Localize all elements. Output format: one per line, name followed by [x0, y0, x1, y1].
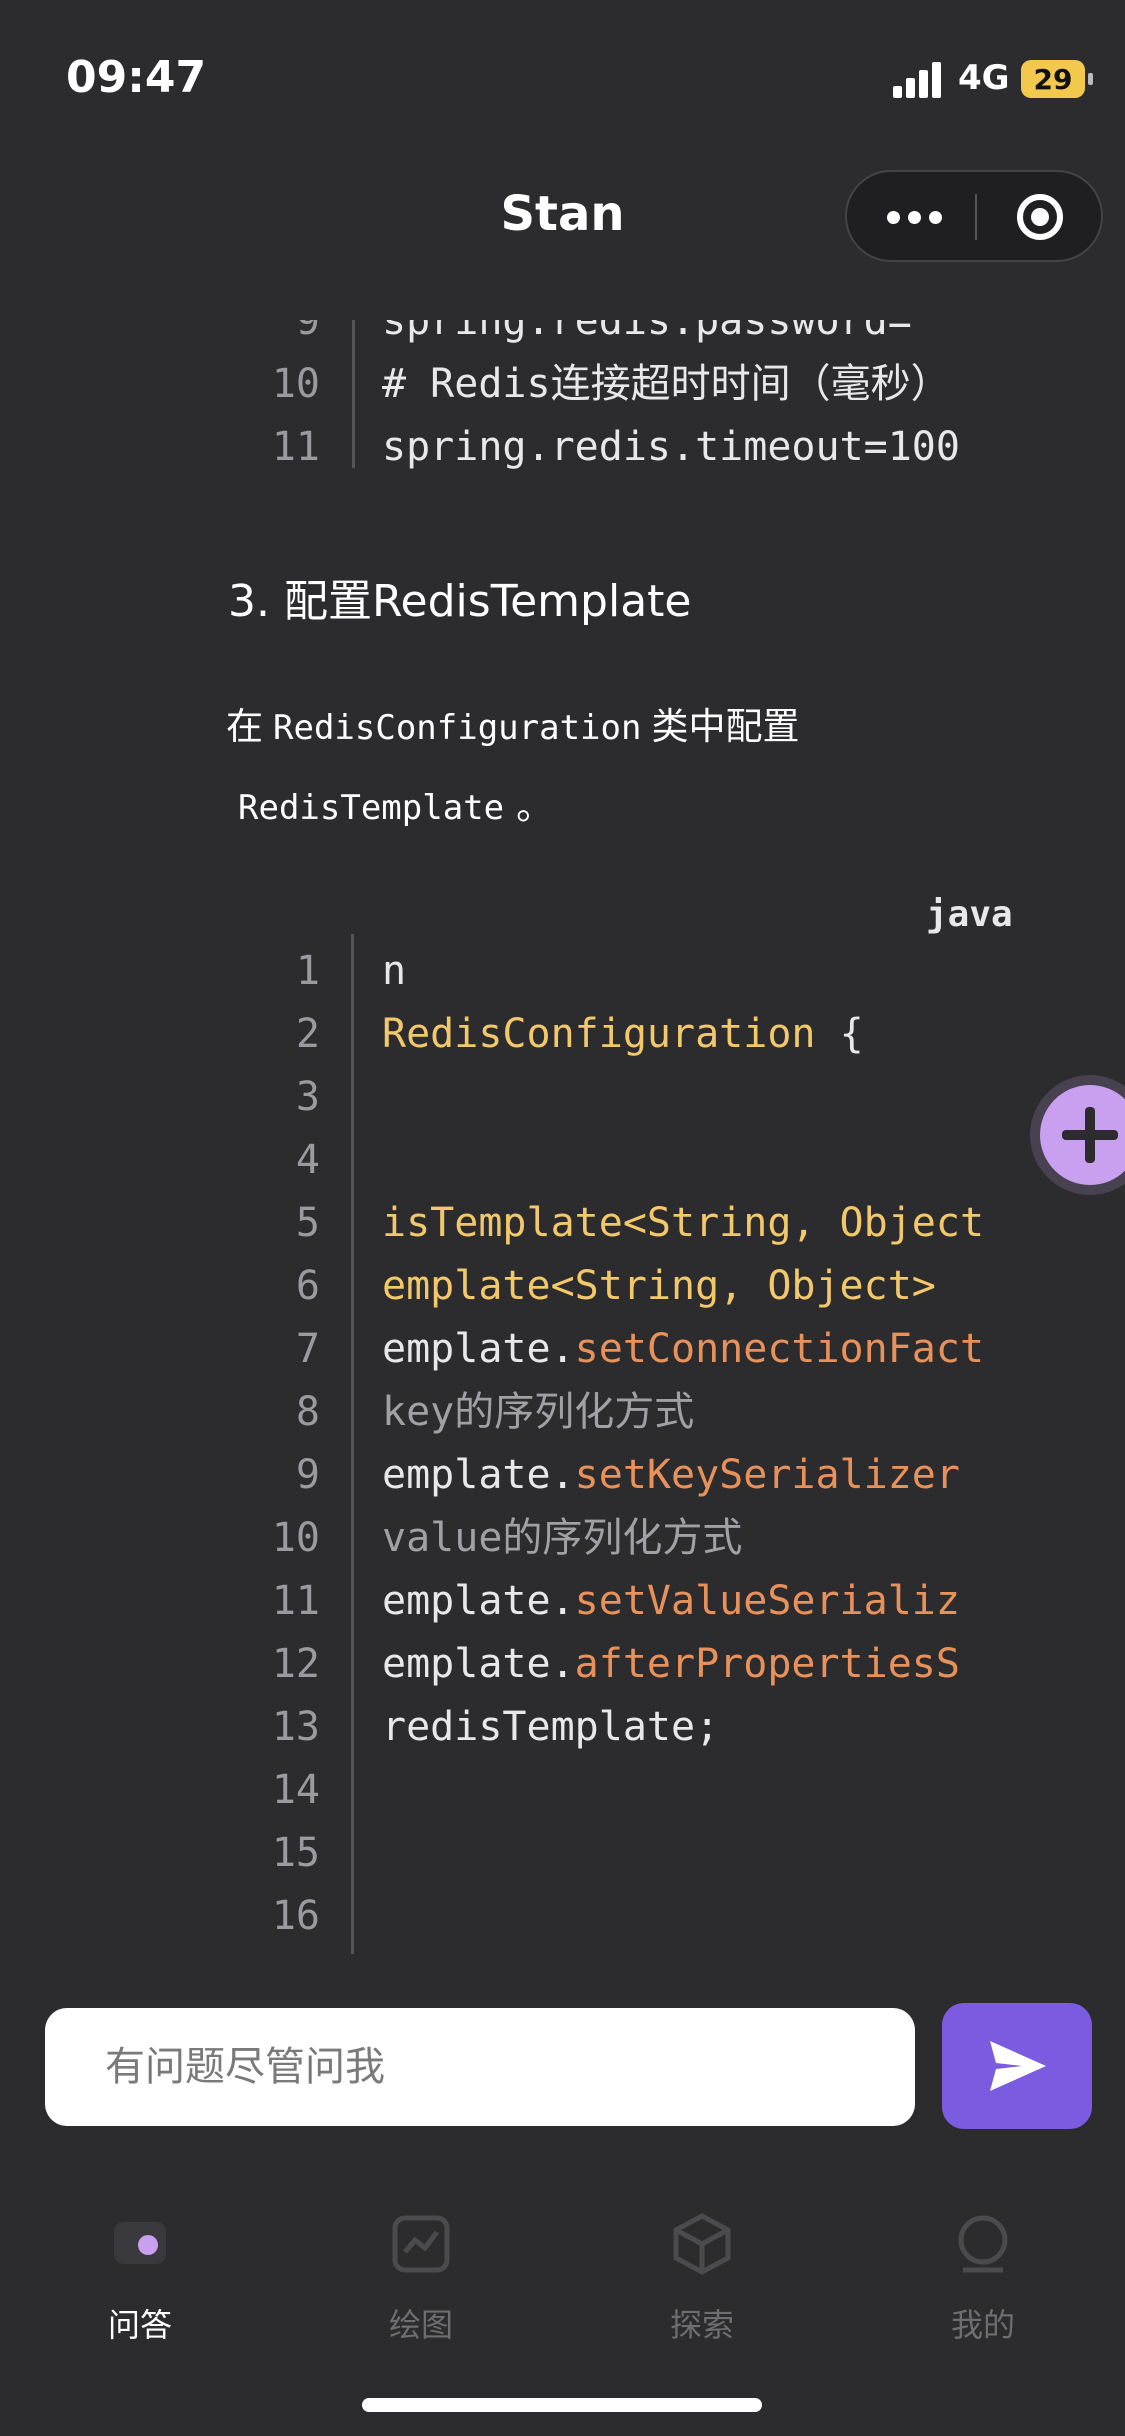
- code-token: emplate.: [382, 1641, 575, 1687]
- code-line: isTemplate<String, Object: [382, 1192, 992, 1255]
- tab-label: 绘图: [388, 2306, 453, 2344]
- status-bar: 09:47 4G 29: [0, 0, 1125, 160]
- code-language-label: java: [926, 894, 1013, 935]
- code-token: {: [815, 1011, 864, 1057]
- code-token: emplate<String, Object>: [382, 1263, 936, 1309]
- line-number: 16: [271, 1893, 320, 1939]
- tab-label: 我的: [950, 2306, 1015, 2344]
- tab-bar: 问答 绘图 探索 我的: [0, 2190, 1125, 2350]
- code-token: key的序列化方式: [382, 1389, 695, 1435]
- capsule-divider: [975, 194, 977, 240]
- line-number: 4: [295, 1137, 320, 1183]
- line-number: 8: [295, 1389, 320, 1435]
- code-token: setValueSerializ: [574, 1578, 960, 1624]
- section-heading: 3. 配置RedisTemplate: [228, 576, 692, 627]
- line-number: 12: [271, 1641, 320, 1687]
- code-gutter-divider: [352, 320, 355, 468]
- code-line: emplate.setConnectionFact: [382, 1318, 992, 1381]
- line-number: 9: [295, 1452, 320, 1498]
- paragraph: 在 RedisConfiguration 类中配置: [226, 696, 799, 750]
- line-number: 2: [295, 1011, 320, 1057]
- para-suffix: 类中配置: [651, 705, 800, 748]
- code-line: emplate.setValueSerializ: [382, 1570, 992, 1633]
- status-time: 09:47: [66, 52, 207, 103]
- code-token: emplate.: [382, 1326, 575, 1372]
- code-token: n: [382, 948, 407, 994]
- para2-suffix: 。: [516, 785, 554, 828]
- code-line: emplate<String, Object>: [382, 1255, 992, 1318]
- code-line: key的序列化方式: [382, 1381, 992, 1444]
- inline-code: RedisConfiguration: [273, 708, 642, 748]
- tab-draw[interactable]: 绘图: [341, 2190, 501, 2344]
- line-number: 5: [295, 1200, 320, 1246]
- line-number: 10: [271, 1515, 320, 1561]
- code-token: setKeySerializer: [574, 1452, 960, 1498]
- code-block[interactable]: 1 n 2 RedisConfiguration {3 4 5 isTemplate<Str…: [0, 934, 1125, 1960]
- code-line: n: [382, 940, 992, 1003]
- code-token: setConnectionFact: [574, 1326, 985, 1372]
- line-number: 14: [271, 1767, 320, 1813]
- code-line: redisTemplate;: [382, 1696, 992, 1759]
- code-line: emplate.afterPropertiesS: [382, 1633, 992, 1696]
- battery-level: 29: [1033, 62, 1073, 96]
- home-indicator: [362, 2398, 762, 2412]
- para-prefix: 在: [226, 705, 263, 748]
- send-button[interactable]: [942, 2003, 1092, 2129]
- tab-label: 探索: [669, 2306, 734, 2344]
- tab-qa[interactable]: 问答: [60, 2190, 220, 2344]
- network-label: 4G: [958, 58, 1010, 98]
- code-line: spring.redis.timeout=100: [382, 424, 960, 470]
- line-number: 11: [271, 424, 320, 470]
- line-number: 10: [271, 361, 320, 407]
- code-token: RedisConfiguration: [382, 1011, 816, 1057]
- line-number: 6: [295, 1263, 320, 1309]
- tab-label: 问答: [107, 2306, 172, 2344]
- code-line: emplate.setKeySerializer: [382, 1444, 992, 1507]
- send-icon: [990, 2041, 1046, 2091]
- cube-icon: [673, 2213, 731, 2275]
- tab-profile[interactable]: 我的: [903, 2190, 1063, 2344]
- code-token: isTemplate<String, Object: [382, 1200, 985, 1246]
- code-token: emplate.: [382, 1452, 575, 1498]
- line-number: 11: [271, 1578, 320, 1624]
- code-token: emplate.: [382, 1578, 575, 1624]
- line-number: 9: [295, 320, 320, 344]
- profile-icon: [958, 2215, 1008, 2273]
- line-number: 15: [271, 1830, 320, 1876]
- code-gutter-divider: [351, 934, 354, 1954]
- code-token: redisTemplate;: [382, 1704, 720, 1750]
- chart-icon: [392, 2215, 450, 2273]
- close-target-icon[interactable]: [1017, 194, 1063, 240]
- chat-icon: [114, 2222, 166, 2264]
- code-line: RedisConfiguration {: [382, 1003, 992, 1066]
- line-number: 7: [295, 1326, 320, 1372]
- line-number: 3: [295, 1074, 320, 1120]
- more-icon[interactable]: [887, 202, 947, 232]
- code-line: value的序列化方式: [382, 1507, 992, 1570]
- chat-content[interactable]: 9 spring.redis.password= 10 # Redis连接超时时间（毫…: [0, 320, 1125, 1960]
- question-input[interactable]: [45, 2008, 915, 2126]
- signal-icon: [893, 62, 945, 98]
- code-line: # Redis连接超时时间（毫秒）: [382, 361, 951, 407]
- line-number: 13: [271, 1704, 320, 1750]
- line-number: 1: [295, 948, 320, 994]
- code-token: value的序列化方式: [382, 1515, 743, 1561]
- tab-explore[interactable]: 探索: [622, 2190, 782, 2344]
- battery-icon: 29: [1021, 60, 1093, 98]
- miniprogram-capsule: [845, 170, 1103, 262]
- inline-code-2: RedisTemplate: [238, 788, 505, 828]
- code-token: afterPropertiesS: [574, 1641, 960, 1687]
- code-line: spring.redis.password=: [382, 320, 912, 344]
- paragraph-2: RedisTemplate 。: [238, 776, 553, 830]
